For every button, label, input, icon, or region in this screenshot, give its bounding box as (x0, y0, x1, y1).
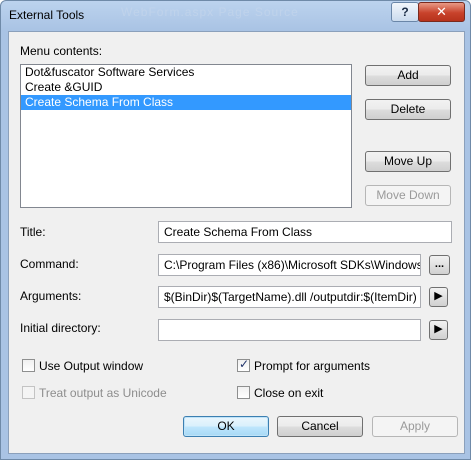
delete-button[interactable]: Delete (365, 99, 451, 120)
help-button[interactable]: ? (391, 2, 419, 22)
browse-button[interactable]: ... (429, 255, 450, 275)
command-label: Command: (20, 257, 79, 271)
treat-output-unicode-checkbox[interactable] (22, 386, 35, 399)
title-bar[interactable]: External Tools WebForm.aspx Page Source … (1, 1, 470, 31)
title-input[interactable]: Create Schema From Class (158, 221, 452, 243)
treat-output-unicode-label: Treat output as Unicode (39, 386, 167, 400)
ok-button[interactable]: OK (183, 416, 269, 437)
prompt-for-arguments-label[interactable]: Prompt for arguments (254, 359, 370, 373)
apply-button[interactable]: Apply (372, 416, 458, 437)
dialog-body: Menu contents: Dot&fuscator Software Ser… (8, 31, 465, 454)
list-item[interactable]: Dot&fuscator Software Services (21, 65, 351, 80)
arguments-label: Arguments: (20, 289, 82, 303)
prompt-for-arguments-checkbox[interactable]: ✓ (237, 357, 250, 372)
initial-directory-input[interactable] (158, 319, 421, 341)
initial-directory-label: Initial directory: (20, 321, 101, 335)
check-mark-icon: ✓ (239, 357, 250, 371)
add-button[interactable]: Add (365, 65, 451, 86)
arguments-input[interactable]: $(BinDir)$(TargetName).dll /outputdir:$(… (158, 286, 421, 308)
move-up-button[interactable]: Move Up (365, 151, 451, 172)
close-on-exit-label[interactable]: Close on exit (254, 386, 323, 400)
external-tools-window: External Tools WebForm.aspx Page Source … (0, 0, 471, 460)
list-item[interactable]: Create Schema From Class (21, 95, 351, 110)
background-ghost-text: WebForm.aspx Page Source (121, 5, 299, 19)
use-output-window-label[interactable]: Use Output window (39, 359, 143, 373)
title-label: Title: (20, 225, 46, 239)
command-input[interactable]: C:\Program Files (x86)\Microsoft SDKs\Wi… (158, 254, 421, 276)
use-output-window-checkbox[interactable] (22, 359, 35, 372)
window-title: External Tools (9, 8, 85, 22)
list-item[interactable]: Create &GUID (21, 80, 351, 95)
arguments-menu-button[interactable]: ▶ (429, 287, 448, 307)
cancel-button[interactable]: Cancel (277, 416, 363, 437)
move-down-button[interactable]: Move Down (365, 185, 451, 206)
initial-directory-menu-button[interactable]: ▶ (429, 320, 448, 340)
close-button[interactable]: ✕ (418, 2, 465, 22)
menu-contents-list[interactable]: Dot&fuscator Software Services Create &G… (20, 64, 352, 208)
close-on-exit-checkbox[interactable] (237, 386, 250, 399)
menu-contents-label: Menu contents: (20, 44, 103, 58)
